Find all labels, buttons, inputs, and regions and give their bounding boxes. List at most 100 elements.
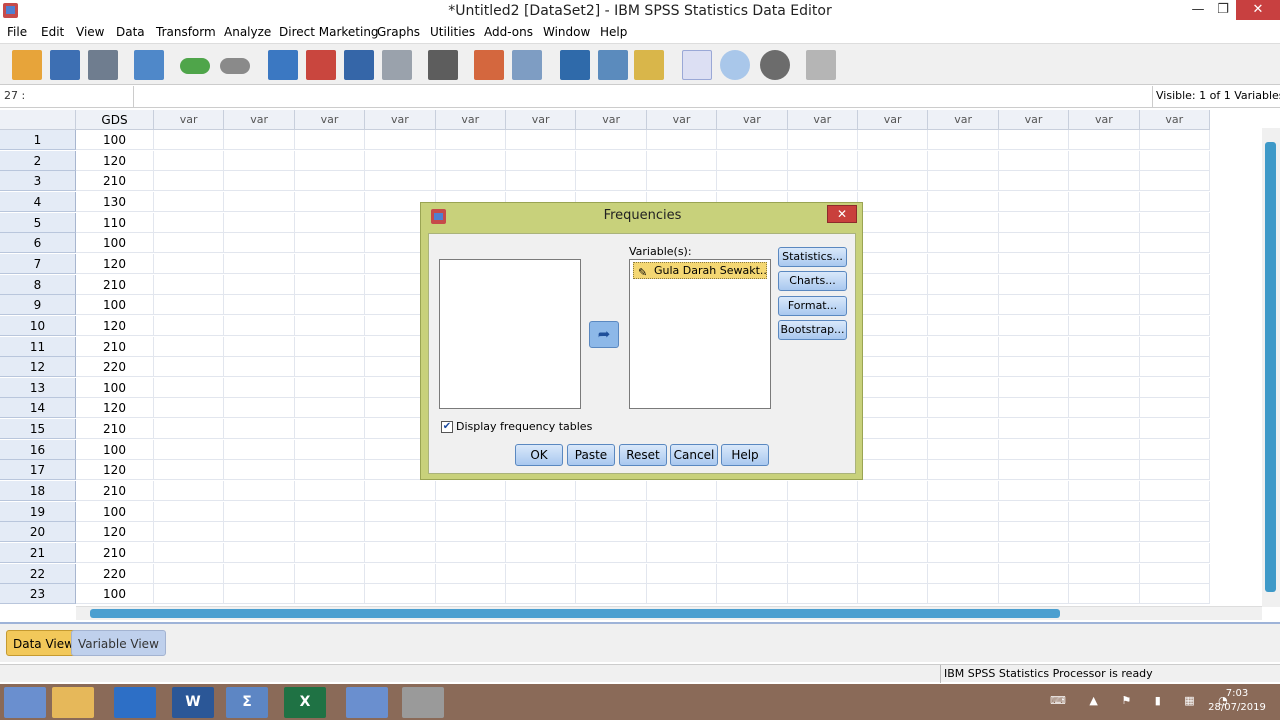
- gds-cell[interactable]: 210: [76, 275, 154, 295]
- column-header-var[interactable]: var: [436, 110, 506, 130]
- row-header[interactable]: 19: [0, 502, 76, 522]
- empty-cell[interactable]: [647, 130, 717, 150]
- menu-add-ons[interactable]: Add-ons: [484, 25, 533, 39]
- empty-cell[interactable]: [858, 171, 928, 191]
- empty-cell[interactable]: [365, 522, 435, 542]
- column-header-var[interactable]: var: [1140, 110, 1210, 130]
- empty-cell[interactable]: [999, 151, 1069, 171]
- spell-icon[interactable]: [806, 50, 836, 80]
- empty-cell[interactable]: [999, 440, 1069, 460]
- menu-file[interactable]: File: [7, 25, 27, 39]
- empty-cell[interactable]: [928, 357, 998, 377]
- empty-cell[interactable]: [928, 233, 998, 253]
- column-header-var[interactable]: var: [506, 110, 576, 130]
- empty-cell[interactable]: [295, 398, 365, 418]
- empty-cell[interactable]: [928, 130, 998, 150]
- display-frequency-tables-checkbox[interactable]: ✔: [441, 421, 453, 433]
- empty-cell[interactable]: [224, 337, 294, 357]
- empty-cell[interactable]: [1069, 213, 1139, 233]
- row-header[interactable]: 16: [0, 440, 76, 460]
- empty-cell[interactable]: [1069, 357, 1139, 377]
- empty-cell[interactable]: [999, 275, 1069, 295]
- empty-cell[interactable]: [999, 357, 1069, 377]
- empty-cell[interactable]: [928, 460, 998, 480]
- empty-cell[interactable]: [1140, 584, 1210, 604]
- empty-cell[interactable]: [295, 151, 365, 171]
- empty-cell[interactable]: [154, 171, 224, 191]
- empty-cell[interactable]: [365, 481, 435, 501]
- gds-cell[interactable]: 120: [76, 522, 154, 542]
- undo-icon[interactable]: [180, 58, 210, 74]
- row-header[interactable]: 17: [0, 460, 76, 480]
- empty-cell[interactable]: [858, 151, 928, 171]
- empty-cell[interactable]: [999, 295, 1069, 315]
- empty-cell[interactable]: [154, 398, 224, 418]
- empty-cell[interactable]: [154, 254, 224, 274]
- empty-cell[interactable]: [647, 584, 717, 604]
- empty-cell[interactable]: [436, 481, 506, 501]
- variable-item[interactable]: ✎ Gula Darah Sewakt...: [633, 262, 767, 279]
- empty-cell[interactable]: [576, 481, 646, 501]
- empty-cell[interactable]: [717, 522, 787, 542]
- empty-cell[interactable]: [154, 151, 224, 171]
- empty-cell[interactable]: [506, 564, 576, 584]
- open-icon[interactable]: [12, 50, 42, 80]
- empty-cell[interactable]: [999, 419, 1069, 439]
- split-file-icon[interactable]: [560, 50, 590, 80]
- gds-cell[interactable]: 100: [76, 233, 154, 253]
- column-header-var[interactable]: var: [928, 110, 998, 130]
- empty-cell[interactable]: [928, 295, 998, 315]
- empty-cell[interactable]: [999, 522, 1069, 542]
- menu-window[interactable]: Window: [543, 25, 590, 39]
- empty-cell[interactable]: [295, 357, 365, 377]
- menu-edit[interactable]: Edit: [41, 25, 64, 39]
- empty-cell[interactable]: [1140, 502, 1210, 522]
- empty-cell[interactable]: [506, 502, 576, 522]
- empty-cell[interactable]: [999, 378, 1069, 398]
- empty-cell[interactable]: [928, 440, 998, 460]
- empty-cell[interactable]: [154, 295, 224, 315]
- row-header[interactable]: 10: [0, 316, 76, 336]
- empty-cell[interactable]: [858, 522, 928, 542]
- gds-cell[interactable]: 100: [76, 130, 154, 150]
- empty-cell[interactable]: [647, 171, 717, 191]
- empty-cell[interactable]: [295, 564, 365, 584]
- empty-cell[interactable]: [717, 481, 787, 501]
- empty-cell[interactable]: [295, 543, 365, 563]
- empty-cell[interactable]: [928, 275, 998, 295]
- empty-cell[interactable]: [999, 233, 1069, 253]
- column-header-var[interactable]: var: [788, 110, 858, 130]
- menu-graphs[interactable]: Graphs: [377, 25, 420, 39]
- column-header-var[interactable]: var: [365, 110, 435, 130]
- empty-cell[interactable]: [365, 564, 435, 584]
- empty-cell[interactable]: [576, 543, 646, 563]
- empty-cell[interactable]: [224, 192, 294, 212]
- gds-cell[interactable]: 120: [76, 151, 154, 171]
- column-header-var[interactable]: var: [647, 110, 717, 130]
- empty-cell[interactable]: [717, 171, 787, 191]
- empty-cell[interactable]: [999, 481, 1069, 501]
- empty-cell[interactable]: [1069, 543, 1139, 563]
- empty-cell[interactable]: [224, 584, 294, 604]
- empty-cell[interactable]: [224, 378, 294, 398]
- row-header[interactable]: 21: [0, 543, 76, 563]
- empty-cell[interactable]: [858, 357, 928, 377]
- statistics-button[interactable]: Statistics...: [778, 247, 847, 267]
- empty-cell[interactable]: [224, 233, 294, 253]
- empty-cell[interactable]: [1140, 378, 1210, 398]
- gds-cell[interactable]: 100: [76, 295, 154, 315]
- remote-icon[interactable]: [346, 687, 388, 718]
- grid-corner[interactable]: [0, 110, 76, 130]
- empty-cell[interactable]: [1069, 337, 1139, 357]
- empty-cell[interactable]: [788, 543, 858, 563]
- empty-cell[interactable]: [928, 419, 998, 439]
- menu-data[interactable]: Data: [116, 25, 145, 39]
- empty-cell[interactable]: [506, 130, 576, 150]
- empty-cell[interactable]: [154, 460, 224, 480]
- empty-cell[interactable]: [647, 543, 717, 563]
- empty-cell[interactable]: [858, 502, 928, 522]
- empty-cell[interactable]: [858, 337, 928, 357]
- empty-cell[interactable]: [1140, 337, 1210, 357]
- empty-cell[interactable]: [928, 171, 998, 191]
- dialog-recall-icon[interactable]: [134, 50, 164, 80]
